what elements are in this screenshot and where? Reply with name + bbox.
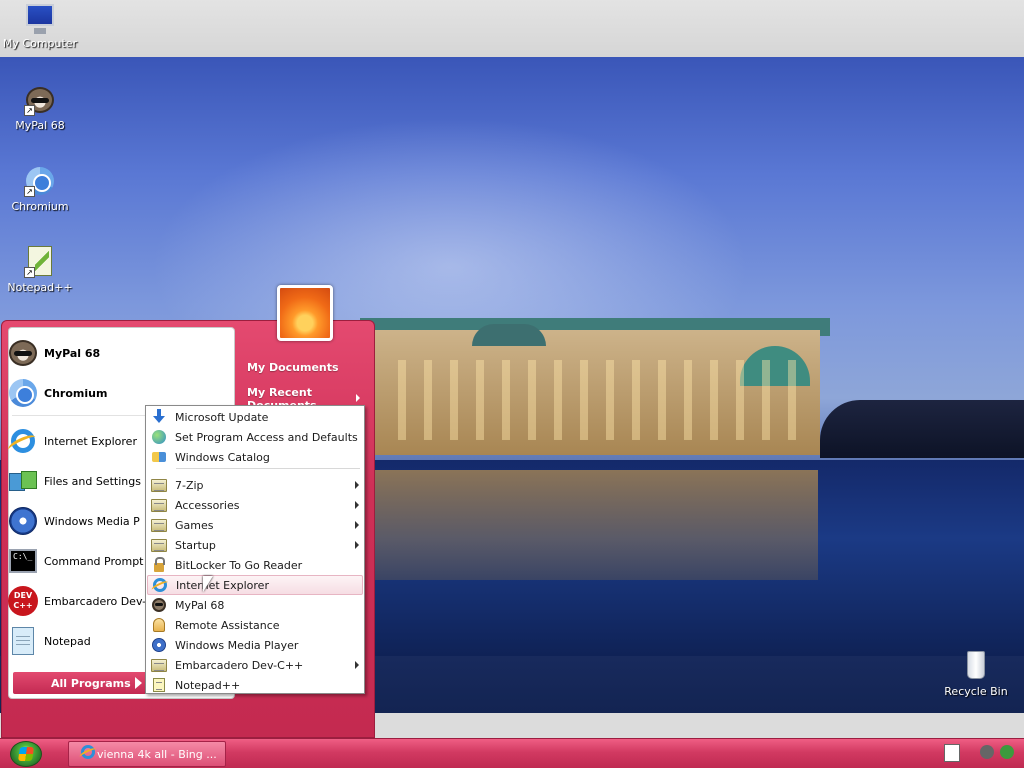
desktop-icon-label: MyPal 68 (15, 119, 65, 132)
program-item-label: Accessories (175, 498, 240, 512)
program-item-bitlocker-reader[interactable]: BitLocker To Go Reader (147, 555, 363, 575)
internet-explorer-icon (80, 744, 100, 764)
chromium-icon: ↗ (24, 165, 56, 197)
all-programs-label: All Programs (51, 676, 131, 690)
program-folder-embarcadero-devcpp[interactable]: Embarcadero Dev-C++ (147, 655, 363, 675)
program-item-label: BitLocker To Go Reader (175, 558, 303, 572)
desktop-icon-chromium[interactable]: ↗ Chromium (0, 165, 80, 213)
start-item-label: Chromium (44, 386, 108, 400)
start-link-my-recent-documents[interactable]: My Recent Documents (247, 386, 357, 406)
program-item-label: Set Program Access and Defaults (175, 430, 358, 444)
computer-icon (24, 2, 56, 34)
windows-catalog-icon (151, 449, 167, 465)
recycle-bin-icon (960, 650, 992, 682)
mypal-icon (151, 597, 167, 613)
chevron-right-icon (356, 394, 360, 402)
command-prompt-icon: C:\_ (7, 545, 39, 577)
program-item-label: MyPal 68 (175, 598, 225, 612)
folder-icon (151, 477, 167, 493)
wallpaper-trees (820, 400, 1024, 458)
bitlocker-icon (151, 557, 167, 573)
folder-icon (151, 657, 167, 673)
chevron-right-icon (135, 677, 142, 689)
program-item-label: Startup (175, 538, 216, 552)
program-item-label: Windows Catalog (175, 450, 270, 464)
wallpaper-palace-windows (380, 360, 810, 440)
program-folder-7zip[interactable]: 7-Zip (147, 475, 363, 495)
folder-icon (151, 497, 167, 513)
desktop-icon-recycle-bin[interactable]: Recycle Bin (936, 650, 1016, 698)
chevron-right-icon (355, 661, 359, 669)
taskbar-button-label: vienna 4k all - Bing ... (97, 747, 217, 761)
start-item-label: Windows Media P (44, 514, 140, 528)
program-item-remote-assistance[interactable]: Remote Assistance (147, 615, 363, 635)
start-item-label: MyPal 68 (44, 346, 101, 360)
chevron-right-icon (355, 521, 359, 529)
start-item-label: Files and Settings (44, 474, 141, 488)
program-item-label: Notepad++ (175, 678, 241, 692)
mypal-icon (7, 337, 39, 369)
desktop-icon-label: Recycle Bin (944, 685, 1008, 698)
internet-explorer-icon (152, 577, 168, 593)
chevron-right-icon (355, 501, 359, 509)
notepadpp-icon: ↗ (24, 246, 56, 278)
wallpaper-reflection (372, 470, 818, 580)
tray-status-icons[interactable] (980, 745, 1016, 761)
wallpaper-palace-dome (472, 324, 546, 346)
program-item-mypal[interactable]: MyPal 68 (147, 595, 363, 615)
media-player-icon (7, 505, 39, 537)
start-item-label: Internet Explorer (44, 434, 137, 448)
windows-update-icon (151, 409, 167, 425)
desktop-top-band (0, 0, 1024, 57)
program-folder-accessories[interactable]: Accessories (147, 495, 363, 515)
program-item-label: Microsoft Update (175, 410, 269, 424)
program-item-label: Windows Media Player (175, 638, 299, 652)
program-item-windows-catalog[interactable]: Windows Catalog (147, 447, 363, 467)
devcpp-icon: DEV C++ (7, 585, 39, 617)
all-programs-menu: Microsoft Update Set Program Access and … (145, 405, 365, 694)
all-programs-button[interactable]: All Programs (13, 672, 148, 694)
start-button[interactable] (10, 741, 42, 767)
media-player-icon (151, 637, 167, 653)
program-item-label: Games (175, 518, 214, 532)
internet-explorer-icon (7, 425, 39, 457)
program-item-label: Remote Assistance (175, 618, 280, 632)
start-item-label: Notepad (44, 634, 91, 648)
program-item-internet-explorer[interactable]: Internet Explorer (147, 575, 363, 595)
chevron-right-icon (355, 481, 359, 489)
menu-divider (176, 468, 360, 469)
program-defaults-icon (151, 429, 167, 445)
program-item-windows-media-player[interactable]: Windows Media Player (147, 635, 363, 655)
program-item-set-program-access[interactable]: Set Program Access and Defaults (147, 427, 363, 447)
start-item-label: Embarcadero Dev- (44, 594, 147, 608)
mouse-pointer-icon (203, 576, 213, 592)
desktop-icon-notepadpp[interactable]: ↗ Notepad++ (0, 246, 80, 294)
start-link-my-documents[interactable]: My Documents (247, 361, 339, 374)
desktop-icon-label: Chromium (11, 200, 69, 213)
user-account-picture[interactable] (277, 285, 333, 341)
program-folder-games[interactable]: Games (147, 515, 363, 535)
notepadpp-icon (151, 677, 167, 693)
program-item-label: Internet Explorer (176, 578, 269, 592)
program-item-label: Embarcadero Dev-C++ (175, 658, 304, 672)
remote-assistance-icon (151, 617, 167, 633)
notepad-icon (7, 625, 39, 657)
start-item-mypal[interactable]: MyPal 68 (7, 335, 222, 371)
desktop-icon-mypal[interactable]: ↗ MyPal 68 (0, 84, 80, 132)
files-transfer-icon (7, 465, 39, 497)
keyboard-icon[interactable] (944, 744, 960, 762)
folder-icon (151, 537, 167, 553)
desktop-icon-label: Notepad++ (7, 281, 73, 294)
start-item-label: Command Prompt (44, 554, 144, 568)
chevron-right-icon (355, 541, 359, 549)
chromium-icon (7, 377, 39, 409)
program-item-label: 7-Zip (175, 478, 204, 492)
desktop-icon-label: My Computer (2, 37, 78, 50)
folder-icon (151, 517, 167, 533)
program-folder-startup[interactable]: Startup (147, 535, 363, 555)
desktop-icon-my-computer[interactable]: My Computer (0, 2, 80, 50)
program-item-microsoft-update[interactable]: Microsoft Update (147, 407, 363, 427)
mypal-icon: ↗ (24, 84, 56, 116)
program-item-notepadpp[interactable]: Notepad++ (147, 675, 363, 695)
